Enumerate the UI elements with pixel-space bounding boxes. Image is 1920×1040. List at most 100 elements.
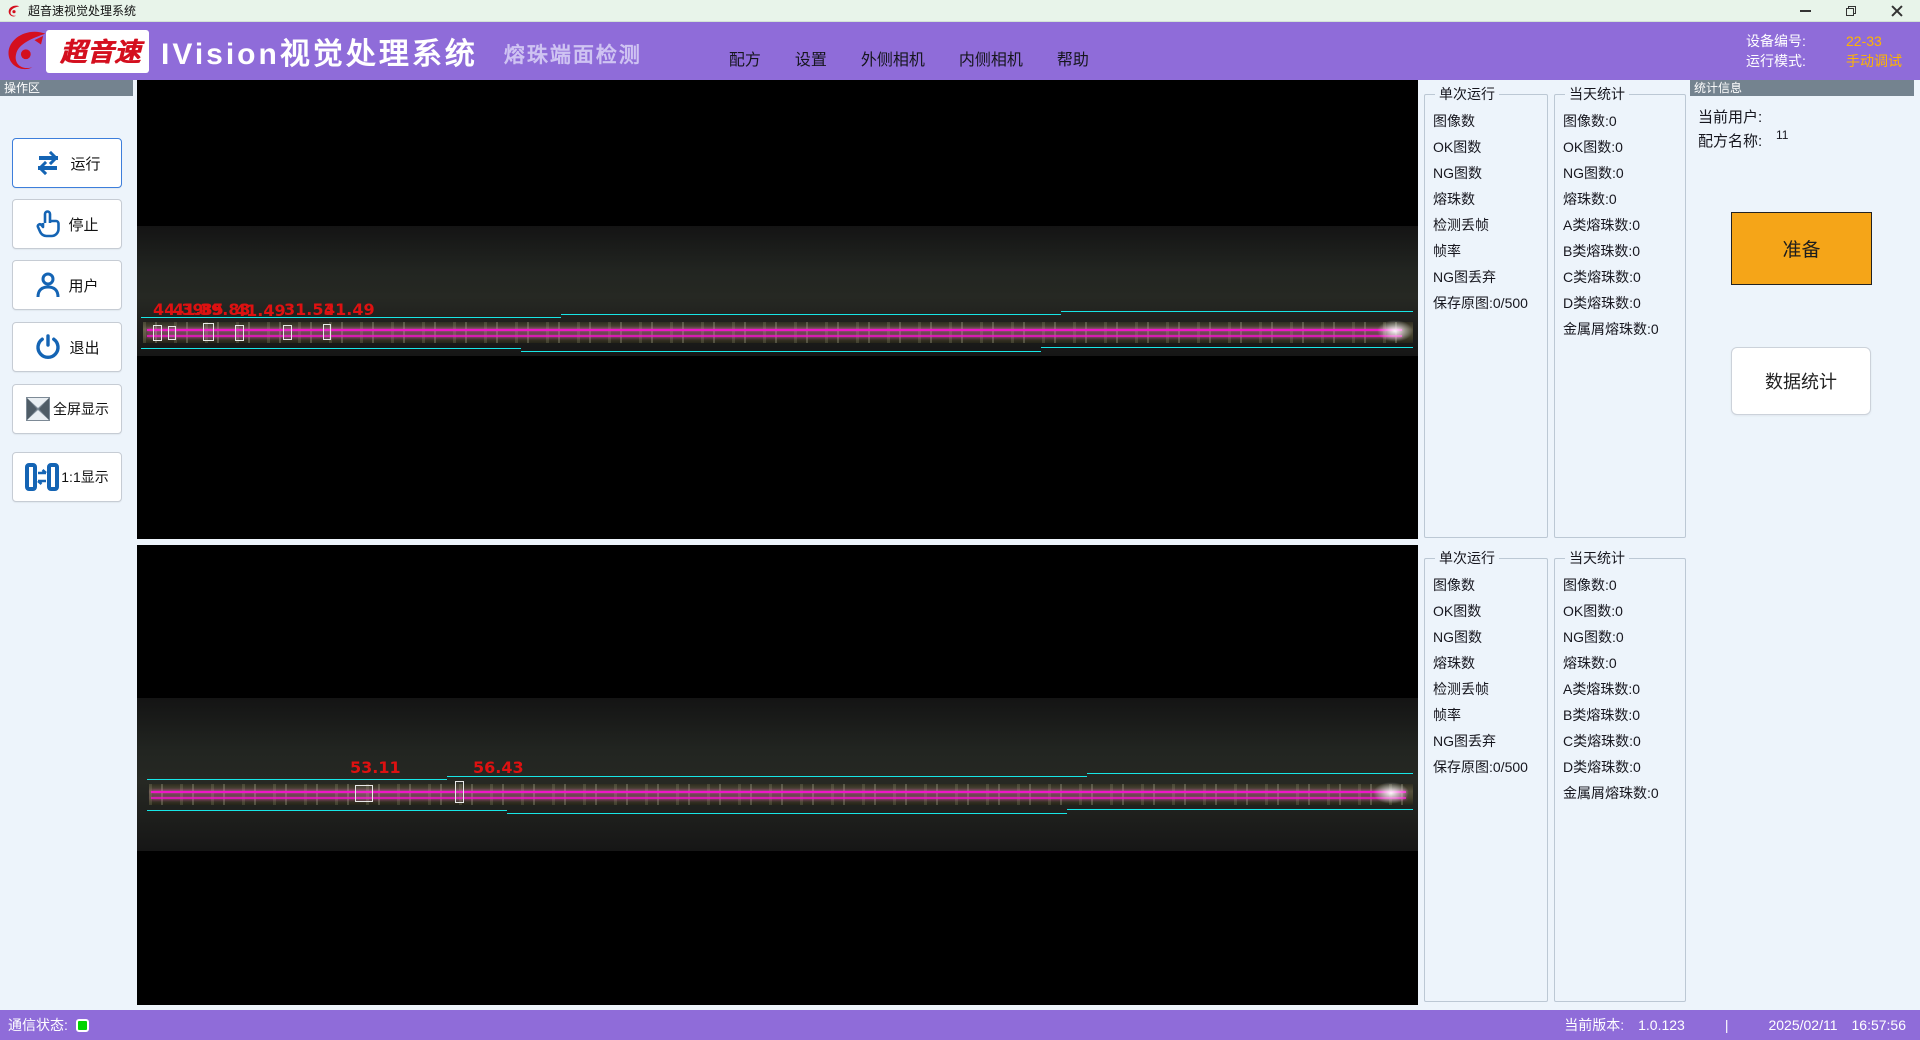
data-statistics-button[interactable]: 数据统计	[1731, 347, 1871, 415]
run-button-label: 运行	[70, 153, 100, 174]
status-time: 16:57:56	[1852, 1017, 1907, 1033]
device-id-label: 设备编号:	[1746, 31, 1830, 51]
app-logo-icon	[6, 3, 22, 19]
stat-item: 图像数	[1433, 572, 1547, 598]
app-subtitle: 熔珠端面检测	[504, 39, 642, 69]
window-controls	[1782, 0, 1920, 22]
stats-info-caption: 统计信息	[1690, 80, 1914, 96]
weld-strip	[143, 322, 1413, 343]
stat-item: OK图数	[1433, 134, 1547, 160]
fullscreen-button[interactable]: 全屏显示	[12, 384, 122, 434]
stat-item: 熔珠数:0	[1563, 186, 1685, 212]
power-icon	[34, 333, 62, 361]
minimize-icon	[1800, 10, 1811, 12]
daily-stats-title: 当天统计	[1565, 548, 1629, 568]
user-button-label: 用户	[68, 275, 98, 296]
fullscreen-icon	[25, 396, 51, 422]
os-titlebar: 超音速视觉处理系统	[0, 0, 1920, 22]
one-to-one-button[interactable]: 1:1显示	[12, 452, 122, 502]
menu-item-recipe[interactable]: 配方	[729, 46, 761, 70]
boundary-line	[147, 810, 507, 811]
detection-box	[153, 325, 162, 341]
stat-item: NG图数	[1433, 160, 1547, 186]
comm-status-indicator	[76, 1019, 89, 1032]
run-mode-label: 运行模式:	[1746, 51, 1830, 71]
header-status-info: 设备编号: 22-33 运行模式: 手动调试	[1746, 31, 1902, 71]
run-cycle-icon	[33, 150, 63, 176]
stat-item: 帧率	[1433, 238, 1547, 264]
current-user-label: 当前用户:	[1698, 106, 1762, 127]
single-run-stats-bottom: 单次运行 图像数 OK图数 NG图数 熔珠数 检测丢帧 帧率 NG图丢弃 保存原…	[1424, 548, 1548, 1002]
stat-item: 检测丢帧	[1433, 212, 1547, 238]
stat-item: 金属屑熔珠数:0	[1563, 780, 1685, 806]
stat-item: 熔珠数	[1433, 186, 1547, 212]
window-title: 超音速视觉处理系统	[28, 2, 136, 19]
stat-item: A类熔珠数:0	[1563, 676, 1685, 702]
single-run-title: 单次运行	[1435, 548, 1499, 568]
detection-box	[168, 326, 176, 340]
brand-logo: 超音速	[2, 25, 149, 77]
version-value: 1.0.123	[1638, 1017, 1685, 1033]
inner-camera-view: 53.11 56.43	[137, 545, 1418, 1005]
stat-item: NG图数:0	[1563, 624, 1685, 650]
status-date: 2025/02/11	[1768, 1017, 1837, 1033]
menu-item-outer-camera[interactable]: 外侧相机	[861, 46, 925, 70]
measurement-annotation: 41.49	[235, 301, 286, 320]
stat-item: 图像数	[1433, 108, 1547, 134]
camera-exposure-band	[137, 698, 1418, 851]
minimize-button[interactable]	[1782, 0, 1828, 22]
boundary-line	[147, 779, 447, 780]
device-id-value: 22-33	[1846, 31, 1882, 51]
stat-item: OK图数:0	[1563, 598, 1685, 624]
operation-area-caption: 操作区	[0, 80, 133, 96]
boundary-line	[141, 348, 521, 349]
measurement-annotation: 41.49	[324, 300, 375, 319]
stat-item: OK图数:0	[1563, 134, 1685, 160]
boundary-line	[507, 813, 1067, 814]
exit-button[interactable]: 退出	[12, 322, 122, 372]
restore-icon	[1846, 6, 1856, 16]
trace-line	[151, 797, 1406, 799]
stop-button[interactable]: 停止	[12, 199, 122, 249]
stat-item: OK图数	[1433, 598, 1547, 624]
outer-camera-view: 44.39 41.85 39.83 41.49 31.53 41.49	[137, 80, 1418, 539]
detection-box	[235, 325, 244, 341]
boundary-line	[1061, 311, 1413, 312]
ready-button[interactable]: 准备	[1731, 212, 1872, 285]
stop-button-label: 停止	[68, 214, 98, 235]
menu-item-help[interactable]: 帮助	[1057, 46, 1089, 70]
strip-highlight	[1373, 782, 1409, 804]
close-button[interactable]	[1874, 0, 1920, 22]
status-separator: |	[1725, 1017, 1729, 1033]
boundary-line	[521, 351, 1041, 352]
recipe-name-label: 配方名称:	[1698, 130, 1762, 151]
stat-item: 熔珠数	[1433, 650, 1547, 676]
daily-stats-title: 当天统计	[1565, 84, 1629, 104]
detection-box	[355, 785, 373, 802]
daily-stats-top: 当天统计 图像数:0 OK图数:0 NG图数:0 熔珠数:0 A类熔珠数:0 B…	[1554, 84, 1686, 538]
menu-item-inner-camera[interactable]: 内侧相机	[959, 46, 1023, 70]
daily-stats-bottom: 当天统计 图像数:0 OK图数:0 NG图数:0 熔珠数:0 A类熔珠数:0 B…	[1554, 548, 1686, 1002]
boundary-line	[1067, 809, 1413, 810]
detection-box	[283, 325, 292, 340]
stat-item: 保存原图:0/500	[1433, 290, 1547, 316]
boundary-line	[561, 314, 1061, 315]
user-button[interactable]: 用户	[12, 260, 122, 310]
strip-highlight	[1377, 320, 1413, 342]
weld-strip	[149, 784, 1413, 805]
comm-status-label: 通信状态:	[8, 1015, 68, 1035]
main-menu: 配方 设置 外侧相机 内侧相机 帮助	[712, 46, 1106, 70]
trace-line	[147, 329, 1402, 331]
status-bar: 通信状态: 当前版本: 1.0.123 | 2025/02/11 16:57:5…	[0, 1010, 1920, 1040]
status-bar-right: 当前版本: 1.0.123 | 2025/02/11 16:57:56	[1550, 1015, 1906, 1035]
measurement-annotation: 56.43	[473, 758, 524, 777]
detection-box	[323, 324, 331, 340]
recipe-name-value: 11	[1776, 128, 1788, 142]
run-button[interactable]: 运行	[12, 138, 122, 188]
menu-item-settings[interactable]: 设置	[795, 46, 827, 70]
stat-item: 图像数:0	[1563, 572, 1685, 598]
stat-item: NG图数:0	[1563, 160, 1685, 186]
stat-item: 保存原图:0/500	[1433, 754, 1547, 780]
detection-box	[203, 323, 214, 341]
restore-button[interactable]	[1828, 0, 1874, 22]
